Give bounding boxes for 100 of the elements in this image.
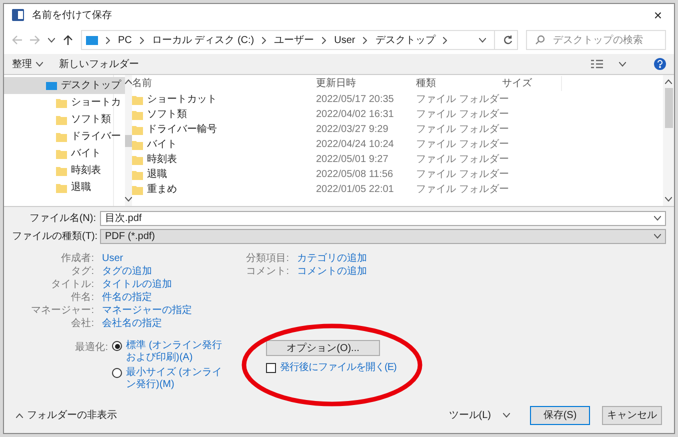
optimize-label: 最適化:: [74, 340, 109, 355]
refresh-icon[interactable]: [503, 35, 513, 45]
field-label: ファイルの種類(T):: [12, 230, 96, 244]
file-row[interactable]: 時刻表 2022/05/01 9:27 ファイル フォルダー: [132, 152, 663, 167]
folder-icon: [132, 124, 143, 134]
file-name: ドライバー輸号: [147, 123, 217, 137]
sidebar-item[interactable]: デスクトップ: [4, 77, 125, 94]
chevron-down-icon: [619, 62, 626, 66]
column-header[interactable]: 種類: [416, 76, 502, 91]
property-link[interactable]: コメントの追加: [297, 264, 367, 279]
file-type: ファイル フォルダー: [416, 168, 509, 182]
modified-date: 2022/04/24 10:24: [316, 138, 395, 152]
modified-date: 2022/03/27 9:29: [316, 123, 390, 137]
options-button[interactable]: オプション(O)...: [266, 340, 380, 356]
file-row[interactable]: バイト 2022/04/24 10:24 ファイル フォルダー: [132, 137, 663, 152]
checkbox[interactable]: [266, 362, 276, 372]
radio-button[interactable]: [112, 368, 122, 378]
sidebar-item[interactable]: バイト: [4, 145, 125, 162]
property-link[interactable]: 件名の指定: [102, 290, 152, 305]
chevron-down-icon: [479, 38, 486, 42]
radio-label[interactable]: 標準 (オンライン発行および印刷)(A): [126, 340, 231, 364]
chevron-right-icon: [443, 36, 448, 44]
file-name: 時刻表: [147, 152, 177, 167]
tools-menu[interactable]: ツール(L): [448, 408, 510, 423]
folder-icon: [132, 184, 143, 194]
radio-button[interactable]: [112, 341, 122, 351]
column-header[interactable]: 更新日時: [316, 76, 416, 91]
modified-date: 2022/05/17 20:35: [316, 93, 395, 107]
property-label: マネージャー:: [30, 304, 94, 318]
chevron-up-icon: [16, 413, 23, 418]
scroll-thumb[interactable]: [125, 134, 132, 146]
chevron-down-icon: [503, 413, 510, 418]
checkbox-label[interactable]: 発行後にファイルを開く(E): [280, 360, 396, 375]
property-link[interactable]: 会社名の指定: [102, 316, 162, 331]
field-label: ファイル名(N):: [28, 212, 96, 226]
file-type: ファイル フォルダー: [416, 183, 509, 197]
file-name-field[interactable]: 目次.pdf: [100, 211, 666, 226]
property-label: 分類項目:: [245, 252, 289, 266]
folder-icon: [56, 182, 67, 192]
file-type-dropdown[interactable]: PDF (*.pdf): [100, 229, 666, 244]
sidebar-item[interactable]: ドライバー: [4, 128, 125, 145]
address-bar[interactable]: PC ローカル ディスク (C:) ユーザー User デスクトップ: [81, 30, 518, 50]
monitor-icon: [46, 82, 57, 90]
property-link[interactable]: カテゴリの追加: [297, 251, 367, 266]
folder-icon: [132, 140, 143, 150]
file-type: ファイル フォルダー: [416, 108, 509, 122]
folder-icon: [56, 148, 67, 158]
column-header[interactable]: サイズ: [502, 76, 562, 91]
close-button[interactable]: ×: [650, 8, 666, 22]
breadcrumb[interactable]: PC: [118, 32, 132, 48]
breadcrumb[interactable]: デスクトップ: [375, 32, 436, 48]
chevron-down-icon: [125, 197, 132, 202]
up-arrow-icon[interactable]: [63, 35, 73, 45]
property-link[interactable]: マネージャーの指定: [102, 303, 192, 318]
modified-date: 2022/05/08 11:56: [316, 168, 394, 182]
cancel-button[interactable]: キャンセル: [602, 406, 662, 425]
modified-date: 2022/04/02 16:31: [316, 108, 395, 122]
folder-icon: [132, 94, 143, 104]
organize-menu[interactable]: 整理: [12, 56, 43, 72]
property-link[interactable]: タグの追加: [102, 264, 152, 279]
save-button[interactable]: 保存(S): [530, 406, 590, 425]
chevron-down-icon: [654, 216, 661, 221]
breadcrumb[interactable]: ユーザー: [274, 32, 314, 48]
help-icon[interactable]: [654, 58, 666, 70]
file-type: ファイル フォルダー: [416, 153, 509, 167]
file-row[interactable]: ショートカット 2022/05/17 20:35 ファイル フォルダー: [132, 92, 663, 107]
search-field[interactable]: デスクトップの検索: [526, 30, 666, 50]
sidebar-item[interactable]: ショートカ: [4, 94, 125, 111]
document-icon: [12, 9, 24, 21]
property-label: 作成者:: [60, 252, 94, 266]
hide-folders-button[interactable]: フォルダーの非表示: [16, 408, 117, 423]
sidebar-item[interactable]: 時刻表: [4, 162, 125, 179]
window-title: 名前を付けて保存: [32, 8, 112, 22]
folder-icon: [132, 110, 143, 120]
property-link[interactable]: タイトルの追加: [102, 277, 172, 292]
chevron-right-icon: [322, 36, 326, 44]
sidebar-item[interactable]: ソフト類: [4, 111, 125, 128]
scrollbar[interactable]: [663, 75, 674, 206]
file-row[interactable]: ソフト類 2022/04/02 16:31 ファイル フォルダー: [132, 107, 663, 122]
radio-label[interactable]: 最小サイズ (オンライン発行)(M): [126, 367, 231, 391]
chevron-right-icon: [140, 36, 144, 44]
breadcrumb[interactable]: User: [334, 32, 356, 48]
folder-icon: [56, 98, 67, 108]
sidebar-item[interactable]: 退職: [4, 179, 125, 196]
file-row[interactable]: 重まめ 2022/01/05 22:01 ファイル フォルダー: [132, 182, 663, 197]
new-folder-button[interactable]: 新しいフォルダー: [59, 56, 139, 72]
list-view-icon[interactable]: [591, 59, 603, 69]
scrollbar[interactable]: [125, 75, 132, 206]
search-icon[interactable]: [535, 35, 545, 45]
file-row[interactable]: ドライバー輸号 2022/03/27 9:29 ファイル フォルダー: [132, 122, 663, 137]
column-header[interactable]: 名前: [132, 76, 316, 91]
property-label: コメント:: [245, 265, 289, 279]
property-link[interactable]: User: [102, 251, 124, 266]
file-type: ファイル フォルダー: [416, 123, 509, 137]
modified-date: 2022/01/05 22:01: [316, 183, 395, 197]
scroll-thumb[interactable]: [664, 88, 672, 128]
breadcrumb[interactable]: ローカル ディスク (C:): [152, 32, 254, 48]
file-row[interactable]: 退職 2022/05/08 11:56 ファイル フォルダー: [132, 167, 663, 182]
file-name: ショートカット: [147, 93, 217, 107]
file-name: バイト: [147, 138, 177, 152]
